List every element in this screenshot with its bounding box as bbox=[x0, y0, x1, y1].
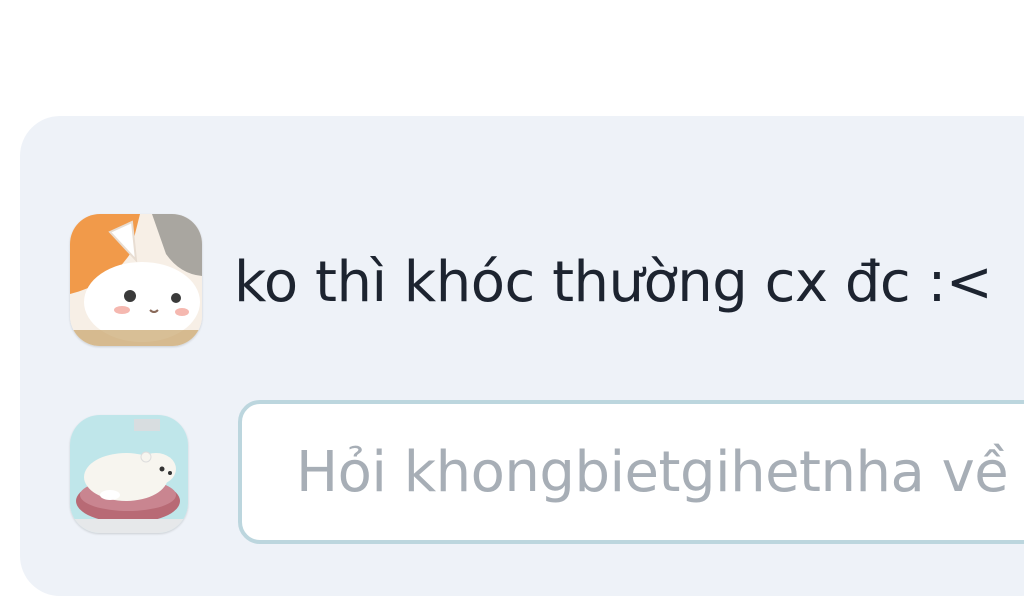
ask-input[interactable] bbox=[238, 400, 1024, 544]
comment-text: ko thì khóc thường cx đc :< bbox=[234, 250, 993, 315]
composer-row bbox=[70, 398, 188, 546]
sleeping-polar-bear-avatar-icon[interactable] bbox=[70, 415, 188, 533]
comment-row: ko thì khóc thường cx đc :< bbox=[70, 214, 993, 346]
calico-cat-avatar-icon[interactable] bbox=[70, 214, 202, 346]
